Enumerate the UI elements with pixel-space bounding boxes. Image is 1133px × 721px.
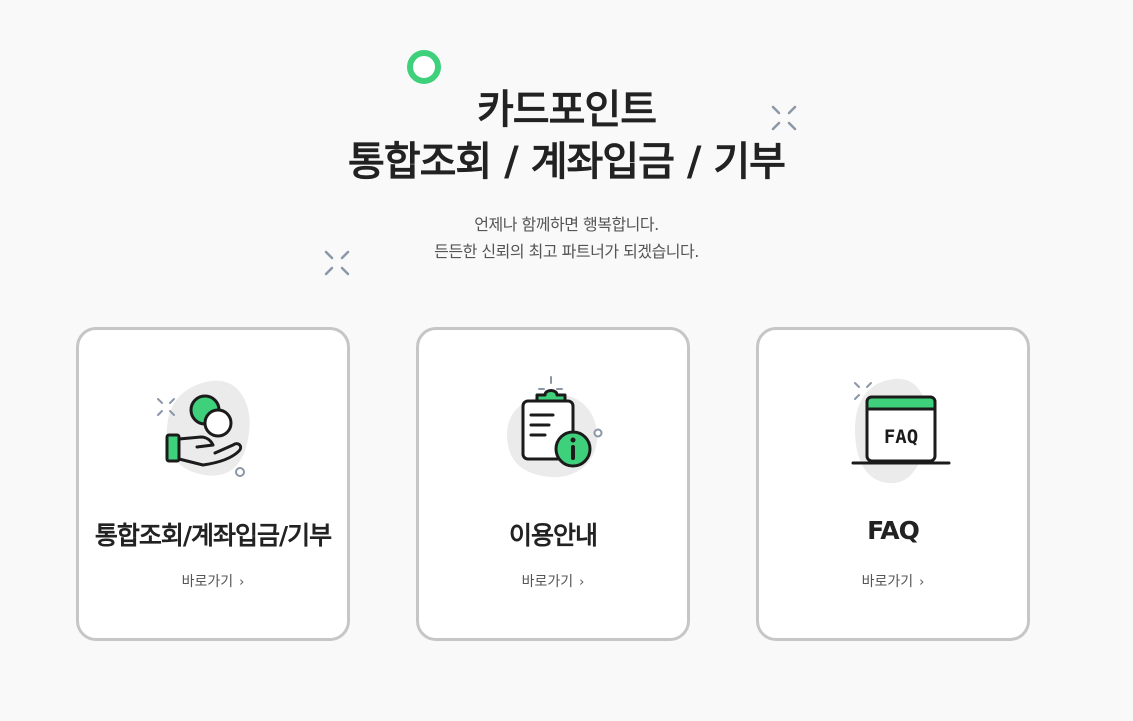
chevron-right-icon: › xyxy=(919,575,925,590)
faq-icon-text: FAQ xyxy=(884,426,918,448)
go-link[interactable]: 바로가기 › xyxy=(79,571,347,591)
faq-window-icon: FAQ xyxy=(833,375,953,485)
card-title: 통합조회/계좌입금/기부 xyxy=(94,521,332,550)
coin-hand-icon xyxy=(153,375,273,485)
go-link[interactable]: 바로가기 › xyxy=(419,571,687,591)
page-subtitle: 언제나 함께하면 행복합니다. 든든한 신뢰의 최고 파트너가 되겠습니다. xyxy=(0,211,1133,265)
page-title: 카드포인트 통합조회 / 계좌입금 / 기부 xyxy=(0,84,1133,188)
card-faq[interactable]: FAQ FAQ 바로가기 › xyxy=(756,327,1030,641)
card-inquiry[interactable]: 통합조회/계좌입금/기부 바로가기 › xyxy=(76,327,350,641)
go-link[interactable]: 바로가기 › xyxy=(759,571,1027,591)
chevron-right-icon: › xyxy=(579,575,585,590)
green-ring-decoration xyxy=(407,50,441,84)
page-title-line2: 통합조회 / 계좌입금 / 기부 xyxy=(348,139,786,185)
go-link-label: 바로가기 xyxy=(521,574,574,590)
page-title-line1: 카드포인트 xyxy=(477,87,657,133)
card-guide[interactable]: 이용안내 바로가기 › xyxy=(416,327,690,641)
page-subtitle-line2: 든든한 신뢰의 최고 파트너가 되겠습니다. xyxy=(434,242,699,261)
card-title: 이용안내 xyxy=(508,521,598,550)
card-title: FAQ xyxy=(867,516,920,545)
go-link-label: 바로가기 xyxy=(861,574,914,590)
page-subtitle-line1: 언제나 함께하면 행복합니다. xyxy=(474,215,659,234)
chevron-right-icon: › xyxy=(239,575,245,590)
clipboard-info-icon xyxy=(493,375,613,485)
go-link-label: 바로가기 xyxy=(181,574,234,590)
